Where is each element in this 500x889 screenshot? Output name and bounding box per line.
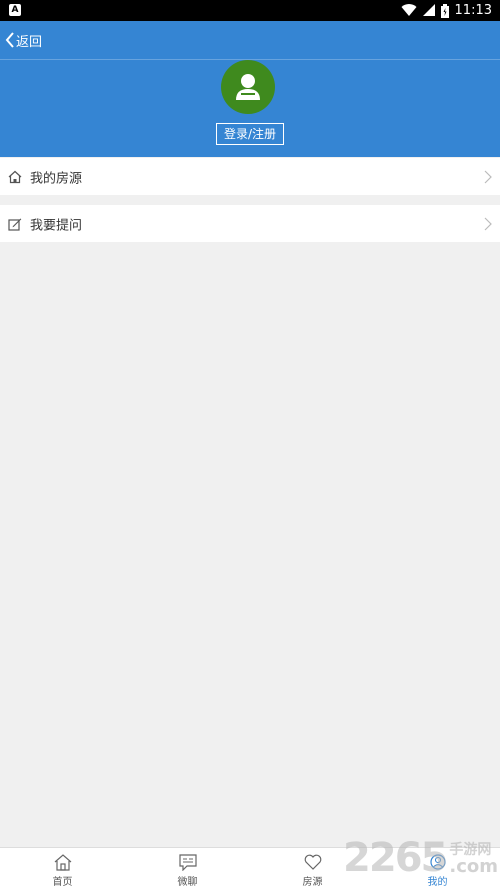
clock-time: 11:13: [454, 3, 492, 18]
login-register-button[interactable]: 登录/注册: [216, 123, 284, 145]
tab-home[interactable]: 首页: [0, 848, 125, 889]
tab-label: 微聊: [177, 877, 198, 888]
battery-icon: [440, 3, 449, 18]
home-icon: [54, 854, 71, 871]
avatar[interactable]: [221, 60, 275, 114]
back-label: 返回: [16, 34, 43, 50]
signal-icon: [422, 4, 435, 16]
tab-label: 房源: [302, 877, 323, 888]
menu-item-my-listings[interactable]: 我的房源: [0, 158, 500, 195]
edit-icon: [8, 218, 22, 231]
bottom-tab-bar: 首页 微聊 房源 我的: [0, 847, 500, 889]
menu-item-ask-question[interactable]: 我要提问: [0, 205, 500, 242]
menu-item-label: 我的房源: [30, 171, 83, 186]
tab-chat[interactable]: 微聊: [125, 848, 250, 889]
tab-label: 我的: [427, 877, 448, 888]
chevron-right-icon: [484, 217, 492, 230]
heart-icon: [304, 854, 321, 870]
back-button[interactable]: 返回: [5, 30, 42, 50]
notification-icon: A: [9, 4, 21, 16]
home-icon: [8, 170, 22, 183]
tab-label: 首页: [52, 877, 73, 888]
menu-item-label: 我要提问: [30, 218, 83, 233]
wifi-icon: [401, 4, 417, 17]
tab-listings[interactable]: 房源: [250, 848, 375, 889]
chat-icon: [178, 854, 197, 871]
person-icon: [429, 854, 446, 870]
tab-mine[interactable]: 我的: [375, 848, 500, 889]
profile-header: 返回 登录/注册: [0, 21, 500, 157]
user-icon: [236, 74, 260, 100]
chevron-right-icon: [484, 170, 492, 183]
chevron-left-icon: [5, 32, 14, 48]
status-bar: A 11:13: [0, 0, 500, 21]
